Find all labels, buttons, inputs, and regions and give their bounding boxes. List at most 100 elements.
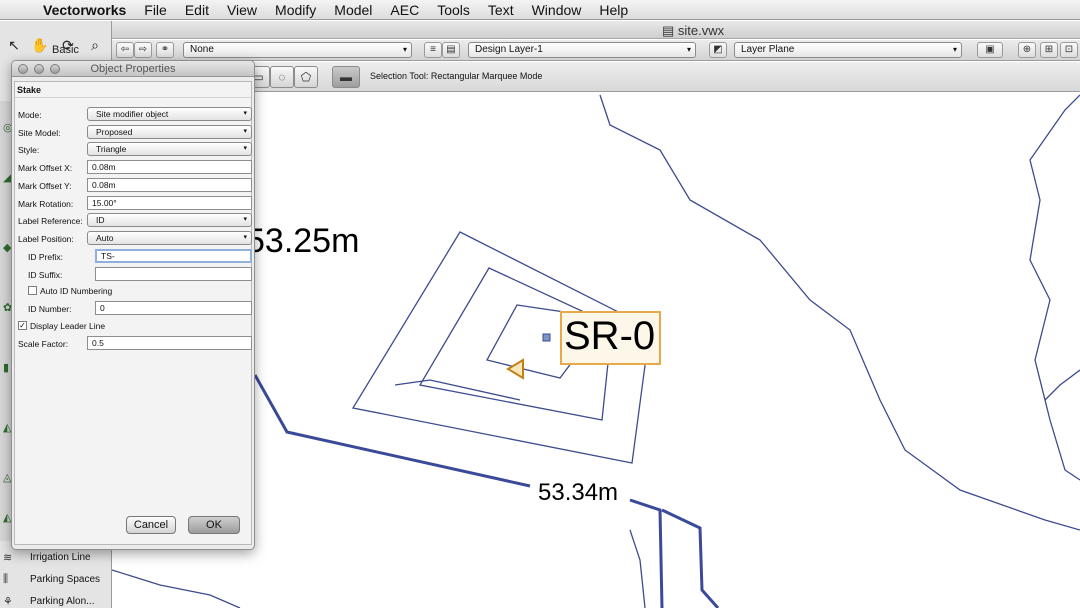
irrigation-line-icon: ≋: [3, 552, 13, 564]
row-id-suffix: ID Suffix:: [15, 267, 253, 283]
lasso-mode-icon[interactable]: ◌: [270, 66, 294, 88]
menu-text[interactable]: Text: [479, 2, 523, 18]
document-title-bar: [0, 21, 1080, 39]
forward-icon[interactable]: ⇨: [134, 42, 152, 58]
chevron-down-icon: ▾: [243, 216, 247, 223]
chevron-down-icon: ▾: [243, 128, 247, 135]
contour-line: [111, 569, 241, 608]
tool-irrigation-line[interactable]: ≋ Irrigation Line: [3, 547, 91, 567]
contour-line: [394, 379, 521, 401]
dialog-title: Object Properties: [90, 63, 176, 75]
page-setup-icon[interactable]: ▣: [977, 42, 1003, 58]
mode-status: Selection Tool: Rectangular Marquee Mode: [370, 71, 543, 81]
mode-select[interactable]: Site modifier object ▾: [87, 107, 252, 121]
chevron-down-icon: ▾: [243, 234, 247, 241]
row-scale-factor: Scale Factor: 0.5: [15, 336, 253, 352]
auto-id-checkbox[interactable]: [28, 286, 37, 295]
row-id-number: ID Number: 0: [15, 301, 253, 317]
row-auto-id: Auto ID Numbering: [15, 283, 253, 299]
menu-window[interactable]: Window: [523, 2, 591, 18]
ok-button[interactable]: OK: [188, 516, 240, 534]
menu-model[interactable]: Model: [325, 2, 381, 18]
row-site-model: Site Model: Proposed ▾: [15, 125, 253, 141]
mark-rotation-field[interactable]: 15.00°: [87, 196, 252, 210]
stake-label[interactable]: SR-0: [564, 314, 655, 359]
mark-offset-x-field[interactable]: 0.08m: [87, 160, 252, 174]
id-number-field[interactable]: 0: [95, 301, 252, 315]
menu-tools[interactable]: Tools: [428, 2, 479, 18]
zoom-window-icon[interactable]: [50, 64, 60, 74]
chevron-down-icon: ▾: [952, 45, 957, 54]
plane-select[interactable]: Layer Plane ▾: [734, 42, 962, 58]
style-select[interactable]: Triangle ▾: [87, 142, 252, 156]
elevation-label-53-34: 53.34m: [536, 479, 621, 507]
menu-view[interactable]: View: [218, 2, 266, 18]
elevation-label-53-25: 53.25m: [246, 222, 360, 260]
parking-spaces-icon: ⫼: [3, 573, 9, 585]
id-suffix-field[interactable]: [95, 267, 252, 281]
layer-options-icon[interactable]: ▤: [442, 42, 460, 58]
selection-options-icon[interactable]: ▬: [332, 66, 360, 88]
menu-file[interactable]: File: [135, 2, 176, 18]
back-icon[interactable]: ⇦: [116, 42, 134, 58]
chevron-down-icon: ▾: [243, 110, 247, 117]
object-type-header: Stake: [15, 82, 251, 98]
layers-icon[interactable]: ≡: [424, 42, 442, 58]
row-mode: Mode: Site modifier object ▾: [15, 107, 253, 123]
flyover-tool-icon[interactable]: ⟳: [58, 37, 78, 55]
display-leader-checkbox[interactable]: ✓: [18, 321, 27, 330]
tool-parking-spaces[interactable]: ⫼ Parking Spaces: [3, 569, 100, 589]
zoom-fit-icon[interactable]: ⊞: [1040, 42, 1058, 58]
layer-select[interactable]: Design Layer-1 ▾: [468, 42, 696, 58]
major-contour: [253, 374, 720, 608]
zoom-icon[interactable]: ⊡: [1060, 42, 1078, 58]
stake-triangle-mark: [506, 358, 524, 380]
chevron-down-icon: ▾: [686, 45, 691, 54]
view-bar: ⇦ ⇨ ⚭ None ▾ ≡ ▤ Design Layer-1 ▾ ◩ Layer …: [0, 40, 1080, 61]
zoom-tool-icon[interactable]: ⌕: [85, 37, 105, 55]
contour-line: [629, 529, 646, 608]
menu-help[interactable]: Help: [590, 2, 637, 18]
tool-parking-along[interactable]: ⚘ Parking Alon...: [3, 591, 94, 608]
row-style: Style: Triangle ▾: [15, 142, 253, 158]
polygon-mode-icon[interactable]: ⬠: [294, 66, 318, 88]
row-id-prefix: ID Prefix: TS-: [15, 249, 253, 265]
contour-line: [599, 94, 1080, 531]
label-reference-select[interactable]: ID ▾: [87, 213, 252, 227]
plane-icon[interactable]: ◩: [709, 42, 727, 58]
label-position-select[interactable]: Auto ▾: [87, 231, 252, 245]
chevron-down-icon: ▾: [243, 145, 247, 152]
pan-tool-icon[interactable]: ✋: [30, 37, 50, 55]
menu-app[interactable]: Vectorworks: [34, 2, 135, 18]
row-label-position: Label Position: Auto ▾: [15, 231, 253, 247]
chevron-down-icon: ▾: [402, 45, 407, 54]
menu-bar: Vectorworks File Edit View Modify Model …: [0, 0, 1080, 20]
view-flyover-icon[interactable]: ⊕: [1018, 42, 1036, 58]
contour-line: [1044, 369, 1080, 401]
scale-factor-field[interactable]: 0.5: [87, 336, 252, 350]
id-prefix-field[interactable]: TS-: [95, 249, 252, 263]
row-mark-offset-x: Mark Offset X: 0.08m: [15, 160, 253, 176]
mark-offset-y-field[interactable]: 0.08m: [87, 178, 252, 192]
menu-aec[interactable]: AEC: [381, 2, 428, 18]
document-title: ▤ site.vwx: [662, 23, 725, 38]
menu-edit[interactable]: Edit: [176, 2, 218, 18]
class-select[interactable]: None ▾: [183, 42, 412, 58]
stake-node: [542, 333, 551, 342]
close-icon[interactable]: [18, 64, 28, 74]
dialog-title-bar[interactable]: Object Properties: [12, 61, 254, 77]
vectorworks-window: 53.25m 53.34m SR-0 Vectorworks File Edit…: [0, 0, 1080, 608]
row-mark-rotation: Mark Rotation: 15.00°: [15, 196, 253, 212]
menu-modify[interactable]: Modify: [266, 2, 325, 18]
cancel-button[interactable]: Cancel: [126, 516, 176, 534]
object-properties-dialog: Object Properties Stake Mode: Site modif…: [11, 60, 255, 550]
minimize-icon[interactable]: [34, 64, 44, 74]
row-label-reference: Label Reference: ID ▾: [15, 213, 253, 229]
selection-tool-icon[interactable]: ↖: [4, 37, 24, 55]
parking-along-icon: ⚘: [3, 596, 13, 608]
properties-panel: Stake Mode: Site modifier object ▾ Site M…: [14, 81, 252, 545]
class-icon[interactable]: ⚭: [156, 42, 174, 58]
site-model-select[interactable]: Proposed ▾: [87, 125, 252, 139]
row-mark-offset-y: Mark Offset Y: 0.08m: [15, 178, 253, 194]
contour-line: [1029, 94, 1080, 481]
